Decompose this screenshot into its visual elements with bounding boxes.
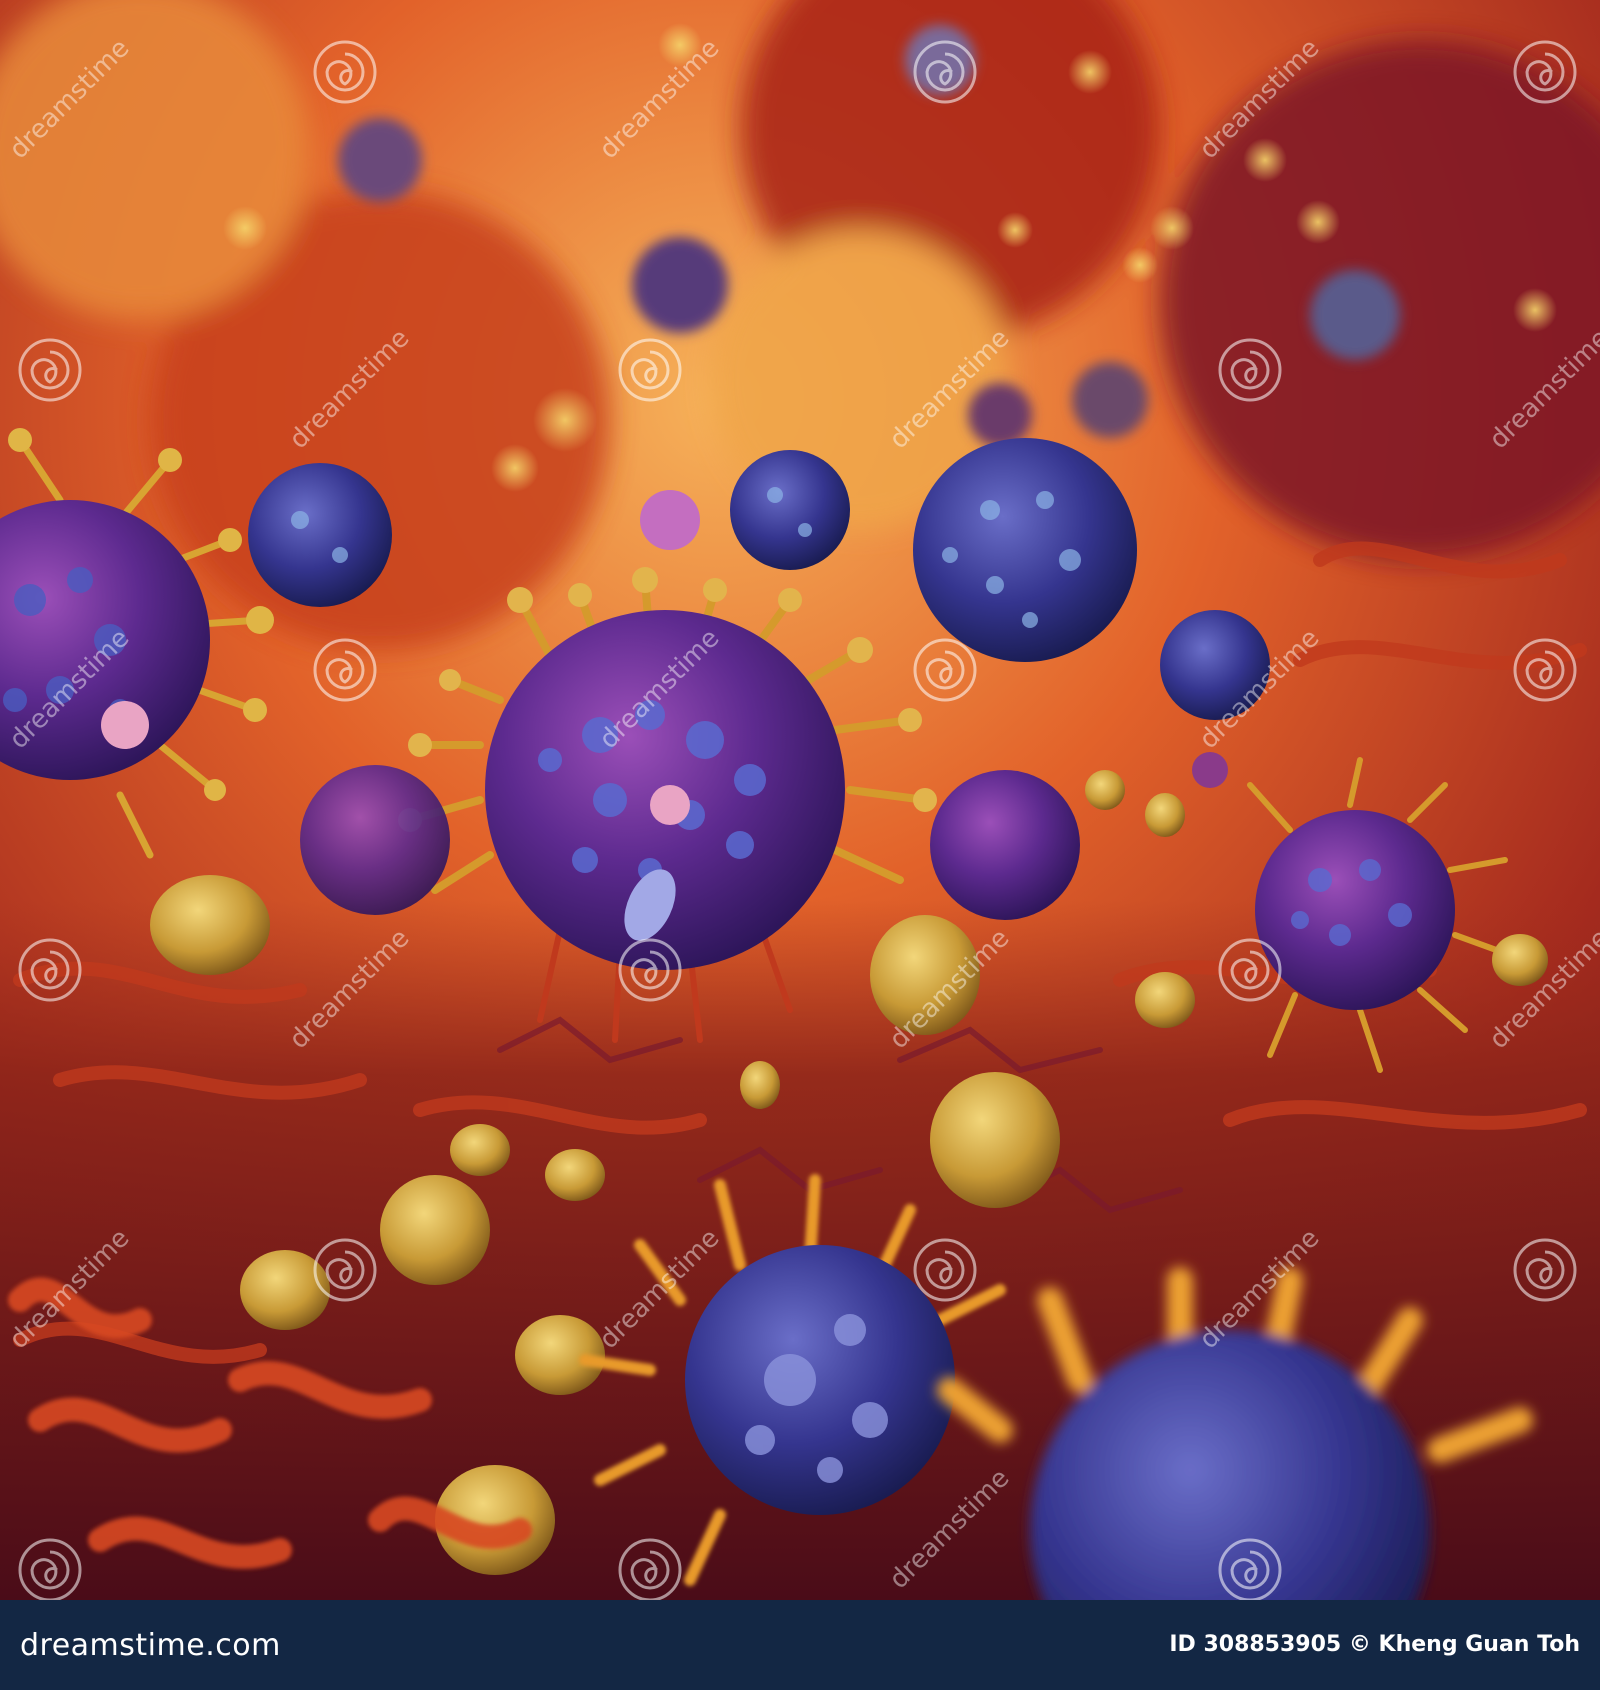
- footer-brand: dreamstime.com: [20, 1628, 281, 1663]
- footer-bar: dreamstime.com ID 308853905 © Kheng Guan…: [0, 1600, 1600, 1690]
- image-frame: dreamstime dreamstime dreamstime dreamst…: [0, 0, 1600, 1690]
- microscopy-illustration: dreamstime dreamstime dreamstime dreamst…: [0, 0, 1600, 1600]
- footer-credit: ID 308853905 © Kheng Guan Toh: [1169, 1632, 1580, 1657]
